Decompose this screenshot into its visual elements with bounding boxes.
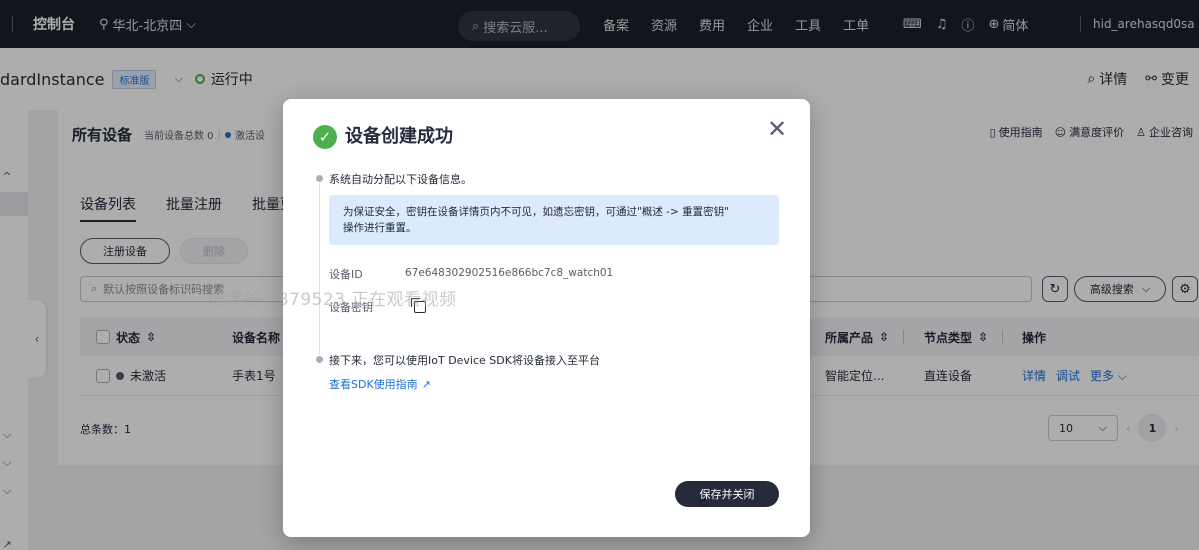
sdk-guide-label: 查看SDK使用指南 bbox=[329, 378, 418, 391]
step-two-text: 接下来，您可以使用IoT Device SDK将设备接入至平台 bbox=[329, 354, 600, 367]
sdk-guide-link[interactable]: 查看SDK使用指南 ↗ bbox=[329, 376, 431, 392]
watermark: 博学谷 1879523 正在观看视频 bbox=[208, 290, 457, 310]
device-id-value: 67e648302902516e866bc7c8_watch01 bbox=[405, 267, 614, 279]
step-dot-icon bbox=[316, 356, 323, 363]
device-created-dialog: ✓ 设备创建成功 ✕ 系统自动分配以下设备信息。 为保证安全，密钥在设备详情页内… bbox=[283, 99, 810, 537]
security-notice: 为保证安全，密钥在设备详情页内不可见，如遗忘密钥，可通过"概述 -> 重置密钥"… bbox=[329, 195, 779, 245]
step-dot-icon bbox=[316, 175, 323, 182]
save-and-close-button[interactable]: 保存并关闭 bbox=[675, 481, 779, 507]
step-one-text: 系统自动分配以下设备信息。 bbox=[329, 173, 472, 186]
device-id-label: 设备ID bbox=[329, 268, 363, 281]
close-icon[interactable]: ✕ bbox=[767, 117, 787, 141]
notice-line-1: 为保证安全，密钥在设备详情页内不可见，如遗忘密钥，可通过"概述 -> 重置密钥" bbox=[343, 206, 729, 218]
step-connector bbox=[319, 183, 320, 355]
success-check-icon: ✓ bbox=[313, 125, 337, 149]
dialog-title: 设备创建成功 bbox=[345, 126, 453, 147]
external-link-icon: ↗ bbox=[421, 377, 431, 391]
mouse-pointer-icon: ☝ bbox=[699, 494, 708, 510]
notice-line-2: 操作进行重置。 bbox=[343, 222, 417, 234]
